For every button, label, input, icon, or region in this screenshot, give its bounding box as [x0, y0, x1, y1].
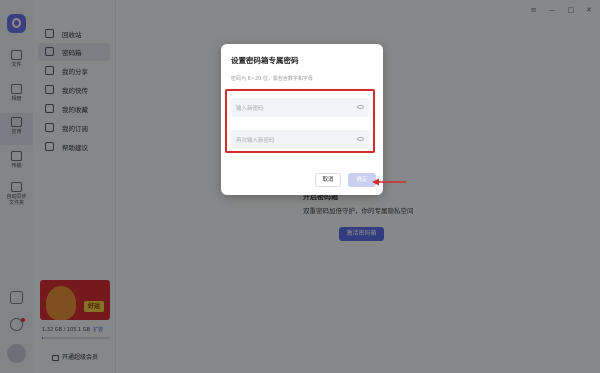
dialog-title: 设置密码箱专属密码 — [231, 56, 299, 65]
new-password-field[interactable]: 输入新密码 — [231, 98, 369, 117]
cancel-button[interactable]: 取消 — [315, 173, 341, 187]
confirm-password-placeholder: 再次输入新密码 — [236, 138, 275, 144]
eye-icon[interactable] — [357, 137, 364, 141]
eye-icon[interactable] — [357, 105, 364, 109]
pointer-arrow-icon — [372, 178, 406, 186]
confirm-password-field[interactable]: 再次输入新密码 — [231, 130, 369, 149]
password-hint: 密码为 6~20 位，需包含数字和字母 — [231, 76, 313, 82]
new-password-placeholder: 输入新密码 — [236, 106, 264, 112]
set-password-dialog: 设置密码箱专属密码 密码为 6~20 位，需包含数字和字母 输入新密码 再次输入… — [221, 44, 383, 195]
